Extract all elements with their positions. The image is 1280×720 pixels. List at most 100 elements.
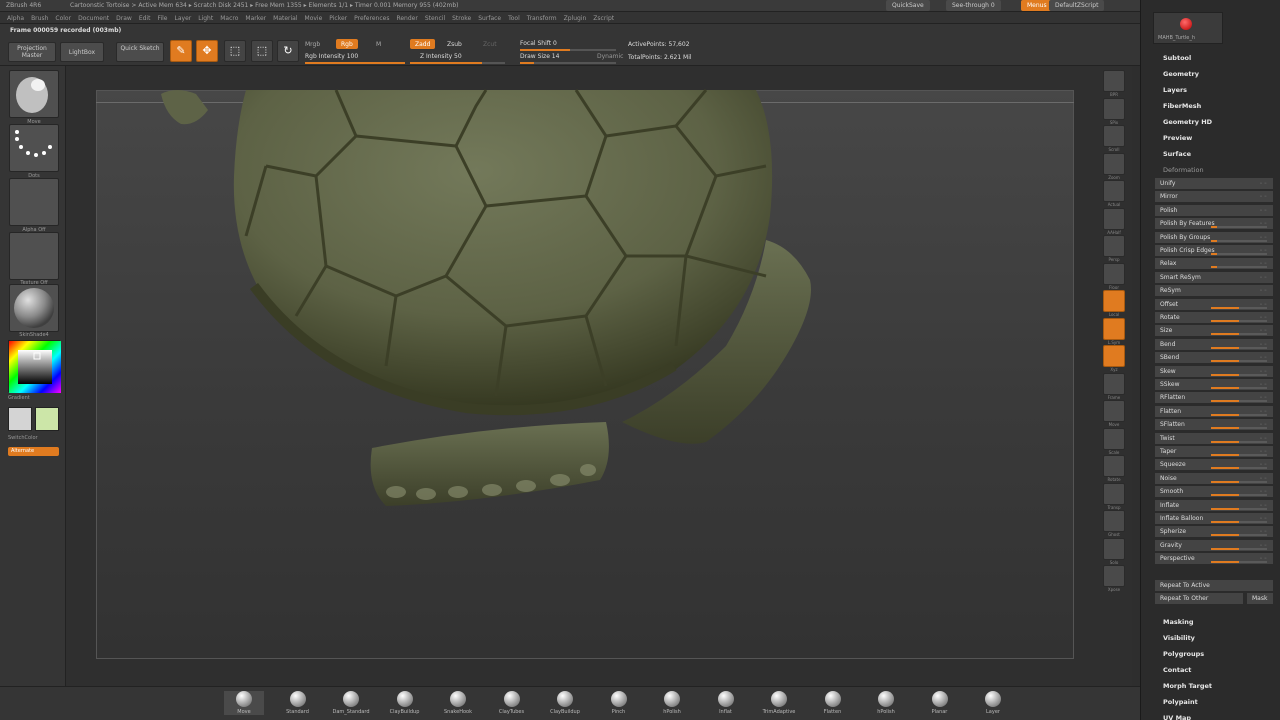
menu-edit[interactable]: Edit xyxy=(139,15,151,22)
repeat-to-other-button[interactable]: Repeat To Other xyxy=(1155,593,1243,605)
menu-picker[interactable]: Picker xyxy=(329,15,347,22)
section-subtool[interactable]: Subtool xyxy=(1163,54,1191,62)
scale-button[interactable]: ⬚ xyxy=(251,40,273,62)
scroll-button[interactable] xyxy=(1103,125,1125,147)
axis-toggle-icon[interactable]: ◦ ◦ xyxy=(1260,503,1268,509)
material-slot[interactable] xyxy=(9,284,59,332)
section-uv-map[interactable]: UV Map xyxy=(1163,714,1191,720)
axis-toggle-icon[interactable]: ◦ ◦ xyxy=(1260,181,1268,187)
axis-toggle-icon[interactable]: ◦ ◦ xyxy=(1260,422,1268,428)
axis-toggle-icon[interactable]: ◦ ◦ xyxy=(1260,476,1268,482)
see-through-slider[interactable]: See-through 0 xyxy=(946,0,1001,11)
deform-size[interactable]: Size ◦ ◦ xyxy=(1155,325,1273,338)
axis-toggle-icon[interactable]: ◦ ◦ xyxy=(1260,369,1268,375)
dynamic-button[interactable]: Dynamic xyxy=(597,53,623,60)
axis-toggle-icon[interactable]: ◦ ◦ xyxy=(1260,208,1268,214)
axis-toggle-icon[interactable]: ◦ ◦ xyxy=(1260,529,1268,535)
section-surface[interactable]: Surface xyxy=(1163,150,1191,158)
subtool-thumbnail[interactable]: MAHB_Turtle_h xyxy=(1153,12,1223,44)
axis-toggle-icon[interactable]: ◦ ◦ xyxy=(1260,516,1268,522)
section-layers[interactable]: Layers xyxy=(1163,86,1187,94)
deform-smart-resym[interactable]: Smart ReSym ◦ ◦ xyxy=(1155,271,1273,284)
draw-size-slider[interactable]: Draw Size 14 xyxy=(520,53,559,60)
deform-sflatten[interactable]: SFlatten ◦ ◦ xyxy=(1155,419,1273,432)
deform-rflatten[interactable]: RFlatten ◦ ◦ xyxy=(1155,392,1273,405)
local-button[interactable] xyxy=(1103,290,1125,312)
solo-button[interactable] xyxy=(1103,537,1125,560)
menu-alpha[interactable]: Alpha xyxy=(7,15,24,22)
brush-trimadaptive[interactable]: TrimAdaptive xyxy=(759,691,799,715)
section-masking[interactable]: Masking xyxy=(1163,618,1194,626)
document-viewport[interactable] xyxy=(66,66,1096,686)
axis-toggle-icon[interactable]: ◦ ◦ xyxy=(1260,248,1268,254)
menu-material[interactable]: Material xyxy=(273,15,297,22)
axis-toggle-icon[interactable]: ◦ ◦ xyxy=(1260,449,1268,455)
axis-toggle-icon[interactable]: ◦ ◦ xyxy=(1260,462,1268,468)
axis-toggle-icon[interactable]: ◦ ◦ xyxy=(1260,436,1268,442)
deform-gravity[interactable]: Gravity ◦ ◦ xyxy=(1155,539,1273,552)
brush-standard[interactable]: Standard xyxy=(278,691,318,715)
repeat-to-active-button[interactable]: Repeat To Active xyxy=(1155,580,1273,592)
menu-file[interactable]: File xyxy=(157,15,167,22)
axis-toggle-icon[interactable]: ◦ ◦ xyxy=(1260,489,1268,495)
quick-sketch-button[interactable]: Quick Sketch xyxy=(116,42,164,62)
axis-toggle-icon[interactable]: ◦ ◦ xyxy=(1260,543,1268,549)
menu-tool[interactable]: Tool xyxy=(508,15,520,22)
scale-button[interactable] xyxy=(1103,427,1125,450)
rgb-button[interactable]: Rgb xyxy=(336,39,358,49)
menu-light[interactable]: Light xyxy=(198,15,213,22)
deform-polish[interactable]: Polish ◦ ◦ xyxy=(1155,204,1273,217)
menu-movie[interactable]: Movie xyxy=(305,15,323,22)
axis-toggle-icon[interactable]: ◦ ◦ xyxy=(1260,355,1268,361)
section-geometry-hd[interactable]: Geometry HD xyxy=(1163,118,1212,126)
brush-claytubes[interactable]: ClayTubes xyxy=(492,691,532,715)
rotate-button[interactable] xyxy=(1103,455,1125,477)
axis-toggle-icon[interactable]: ◦ ◦ xyxy=(1260,235,1268,241)
rotate-button[interactable]: ↻ xyxy=(277,40,299,62)
section-contact[interactable]: Contact xyxy=(1163,666,1191,674)
axis-toggle-icon[interactable]: ◦ ◦ xyxy=(1260,342,1268,348)
axis-toggle-icon[interactable]: ◦ ◦ xyxy=(1260,382,1268,388)
focal-shift-slider[interactable]: Focal Shift 0 xyxy=(520,40,557,47)
section-visibility[interactable]: Visibility xyxy=(1163,634,1195,642)
deform-bend[interactable]: Bend ◦ ◦ xyxy=(1155,338,1273,351)
bpr-button[interactable] xyxy=(1103,70,1125,92)
main-color-swatch[interactable] xyxy=(8,407,32,431)
zoom-button[interactable] xyxy=(1103,152,1125,175)
deform-inflate[interactable]: Inflate ◦ ◦ xyxy=(1155,499,1273,512)
menu-draw[interactable]: Draw xyxy=(116,15,132,22)
deform-resym[interactable]: ReSym ◦ ◦ xyxy=(1155,285,1273,298)
deform-twist[interactable]: Twist ◦ ◦ xyxy=(1155,432,1273,445)
axis-toggle-icon[interactable]: ◦ ◦ xyxy=(1260,288,1268,294)
menu-color[interactable]: Color xyxy=(55,15,71,22)
deform-noise[interactable]: Noise ◦ ◦ xyxy=(1155,472,1273,485)
brush-inflat[interactable]: Inflat xyxy=(706,691,746,715)
axis-toggle-icon[interactable]: ◦ ◦ xyxy=(1260,261,1268,267)
menu-marker[interactable]: Marker xyxy=(245,15,266,22)
deform-relax[interactable]: Relax ◦ ◦ xyxy=(1155,258,1273,271)
axis-toggle-icon[interactable]: ◦ ◦ xyxy=(1260,395,1268,401)
menu-document[interactable]: Document xyxy=(78,15,109,22)
deform-unify[interactable]: Unify ◦ ◦ xyxy=(1155,178,1273,190)
actual-button[interactable] xyxy=(1103,180,1125,202)
zadd-button[interactable]: Zadd xyxy=(410,39,436,49)
deform-rotate[interactable]: Rotate ◦ ◦ xyxy=(1155,312,1273,324)
menus-button[interactable]: Menus xyxy=(1021,0,1053,11)
menu-brush[interactable]: Brush xyxy=(31,15,48,22)
brush-hpolish[interactable]: hPolish xyxy=(866,691,906,715)
brush-layer[interactable]: Layer xyxy=(973,691,1013,715)
deform-offset[interactable]: Offset ◦ ◦ xyxy=(1155,298,1273,311)
menu-stroke[interactable]: Stroke xyxy=(452,15,471,22)
menu-zscript[interactable]: Zscript xyxy=(593,15,614,22)
deform-taper[interactable]: Taper ◦ ◦ xyxy=(1155,446,1273,458)
deform-sskew[interactable]: SSkew ◦ ◦ xyxy=(1155,379,1273,391)
ghost-button[interactable] xyxy=(1103,510,1125,532)
section-fibermesh[interactable]: FiberMesh xyxy=(1163,102,1201,110)
zsub-button[interactable]: Zsub xyxy=(447,41,462,48)
frame-button[interactable] xyxy=(1103,372,1125,395)
deform-polish-by-features[interactable]: Polish By Features ◦ ◦ xyxy=(1155,218,1273,231)
alternate-button[interactable]: Alternate xyxy=(8,447,59,456)
secondary-color-swatch[interactable] xyxy=(35,407,59,431)
m-button[interactable]: M xyxy=(376,41,381,48)
brush-claybuildup[interactable]: ClayBuildup xyxy=(545,691,585,715)
